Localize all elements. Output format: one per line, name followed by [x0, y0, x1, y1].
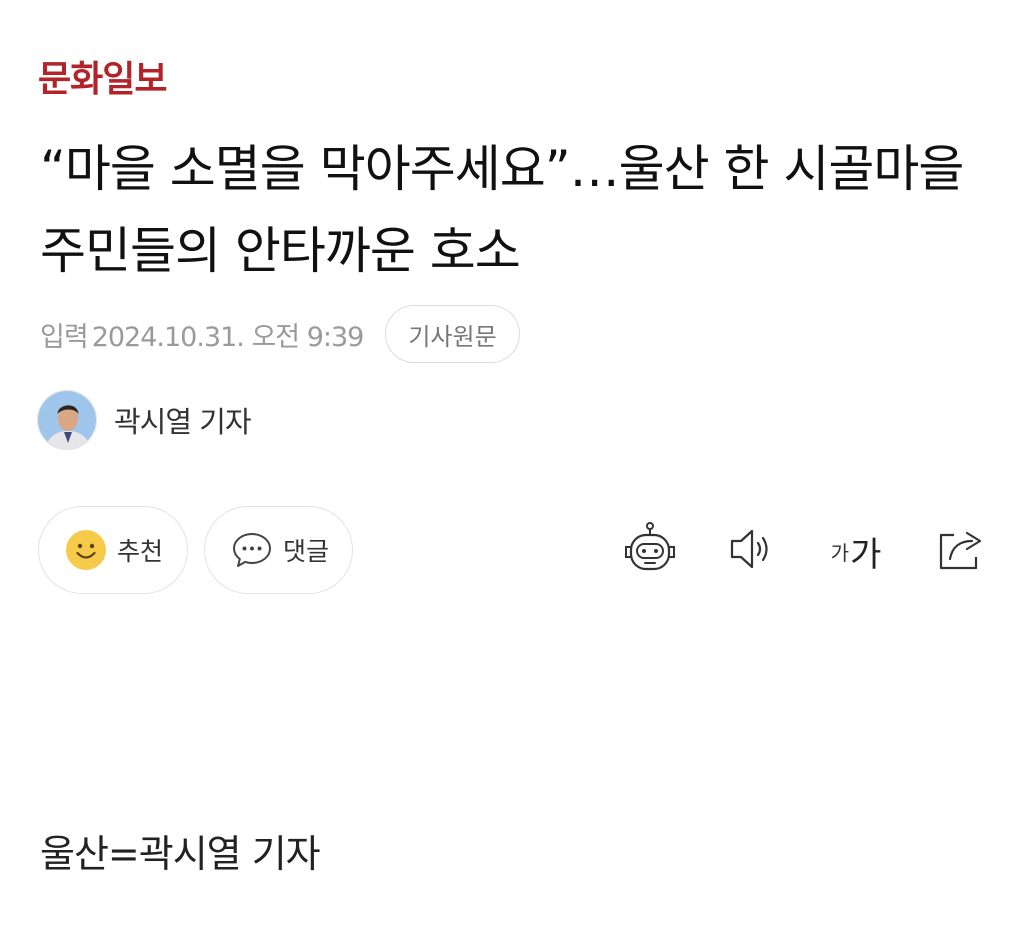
article-meta: 입력 2024.10.31. 오전 9:39 기사원문 [40, 305, 520, 363]
share-button[interactable] [932, 523, 988, 579]
font-large-glyph: 가 [850, 534, 882, 575]
article-body-first-line: 울산=곽시열 기자 [40, 832, 321, 876]
reporter-info[interactable]: 곽시열 기자 [37, 390, 252, 450]
publisher-logo[interactable]: 문화일보 [38, 50, 167, 102]
reporter-avatar [37, 390, 97, 450]
speaker-icon [724, 521, 780, 581]
reporter-name: 곽시열 기자 [114, 405, 252, 439]
speech-bubble-icon [231, 529, 273, 571]
font-small-glyph: 가 [830, 540, 850, 565]
ai-summary-button[interactable] [622, 521, 678, 581]
share-icon [932, 521, 988, 581]
comment-button[interactable]: 댓글 [204, 506, 353, 594]
original-article-button[interactable]: 기사원문 [385, 305, 520, 363]
article-headline: “마을 소멸을 막아주세요”…울산 한 시골마을 주민들의 안타까운 호소 [40, 140, 964, 280]
comment-label: 댓글 [283, 537, 330, 566]
listen-button[interactable] [724, 523, 780, 579]
font-size-button[interactable]: 가 가 [824, 523, 888, 579]
recommend-label: 추천 [117, 537, 164, 566]
published-label: 입력 [40, 321, 89, 353]
recommend-button[interactable]: 추천 [38, 506, 188, 594]
published-date: 2024.10.31. 오전 9:39 [91, 321, 365, 353]
smiley-icon [65, 529, 107, 571]
robot-icon [622, 521, 678, 581]
